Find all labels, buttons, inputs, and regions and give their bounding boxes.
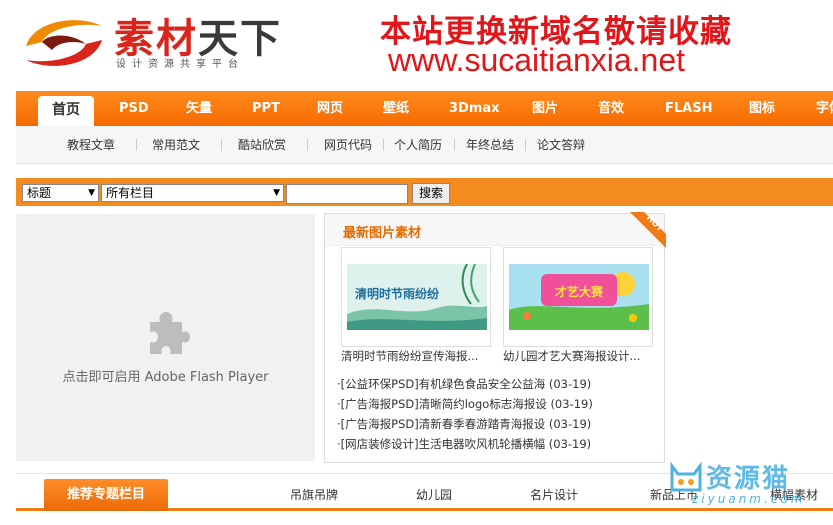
sub-nav: 教程文章 常用范文 酷站欣赏 网页代码 个人简历 年终总结 论文答辩 (16, 126, 833, 164)
nav-item-fonts[interactable]: 字体 (816, 91, 833, 126)
nav-item-icons[interactable]: 图标 (749, 91, 775, 126)
talent-contest-art-text: 才艺大赛 (555, 284, 604, 299)
subnav-divider (525, 139, 526, 151)
latest-images-list: ·[公益环保PSD]有机绿色食品安全公益海 (03-19) ·[广告海报PSD]… (337, 374, 593, 454)
qingming-art-text: 清明时节雨纷纷 (355, 286, 439, 301)
thumb-caption[interactable]: 幼儿园才艺大赛海报设计... (503, 348, 653, 364)
search-input[interactable] (286, 184, 408, 204)
thumb-caption[interactable]: 清明时节雨纷纷宣传海报... (341, 348, 491, 364)
puzzle-plugin-icon (150, 312, 190, 354)
latest-images-header: 最新图片素材 (325, 214, 664, 246)
list-item[interactable]: ·[广告海报PSD]清新春季春游踏青海报设 (03-19) (337, 414, 593, 434)
subnav-item-thesis[interactable]: 论文答辩 (537, 126, 585, 164)
watermark: 资源猫 ziyuanm.com (668, 456, 828, 516)
topic-link[interactable]: 幼儿园 (416, 486, 452, 503)
list-item[interactable]: ·[广告海报PSD]清晰简约logo标志海报设 (03-19) (337, 394, 593, 414)
banner-ad-domain[interactable]: www.sucaitianxia.net (388, 42, 685, 79)
nav-item-ppt[interactable]: PPT (252, 91, 280, 126)
topic-link[interactable]: 吊旗吊牌 (290, 486, 338, 503)
right-empty-area (672, 214, 833, 461)
latest-images-title: 最新图片素材 (343, 226, 422, 241)
tab-recommended-topics[interactable]: 推荐专题栏目 (44, 479, 168, 511)
search-field-select-value: 标题 (27, 186, 52, 200)
cat-logo-icon (670, 461, 702, 492)
thumb-qingming[interactable]: 清明时节雨纷纷 (341, 247, 491, 347)
topic-link[interactable]: 名片设计 (530, 486, 578, 503)
list-item[interactable]: ·[网店装修设计]生活电器吹风机轮播横幅 (03-19) (337, 434, 593, 454)
flash-enable-text[interactable]: 点击即可启用 Adobe Flash Player (16, 366, 315, 385)
logo-subtitle: 设计资源共享平台 (116, 59, 244, 70)
watermark-text: 资源猫 (706, 464, 791, 494)
nav-item-flash[interactable]: FLASH (665, 91, 712, 126)
dropdown-arrow-icon: ▼ (273, 188, 280, 198)
logo-swirl-icon[interactable] (18, 12, 110, 74)
flash-placeholder[interactable]: 点击即可启用 Adobe Flash Player (16, 214, 315, 461)
search-field-select[interactable]: 标题 ▼ (22, 184, 99, 202)
subnav-item-tutorials[interactable]: 教程文章 (67, 126, 115, 164)
subnav-item-web-code[interactable]: 网页代码 (324, 126, 372, 164)
nav-item-3dmax[interactable]: 3Dmax (449, 91, 500, 126)
subnav-item-year-summary[interactable]: 年终总结 (466, 126, 514, 164)
dropdown-arrow-icon: ▼ (88, 188, 95, 198)
site-header: 素材天下 设计资源共享平台 本站更换新域名敬请收藏 www.sucaitianx… (0, 0, 833, 90)
thumb-talent-contest[interactable]: 才艺大赛 (503, 247, 653, 347)
nav-item-psd[interactable]: PSD (119, 91, 149, 126)
nav-item-home[interactable]: 首页 (38, 96, 94, 126)
subnav-divider (383, 139, 384, 151)
subnav-item-templates[interactable]: 常用范文 (152, 126, 200, 164)
subnav-divider (136, 139, 137, 151)
nav-item-web[interactable]: 网页 (317, 91, 343, 126)
subnav-item-cool-sites[interactable]: 酷站欣赏 (238, 126, 286, 164)
list-item[interactable]: ·[公益环保PSD]有机绿色食品安全公益海 (03-19) (337, 374, 593, 394)
subnav-item-resume[interactable]: 个人简历 (394, 126, 442, 164)
search-category-select[interactable]: 所有栏目 ▼ (101, 184, 284, 202)
search-category-select-value: 所有栏目 (106, 186, 155, 200)
nav-item-sound[interactable]: 音效 (598, 91, 624, 126)
watermark-domain: ziyuanm.com (692, 492, 806, 506)
subnav-divider (307, 139, 308, 151)
search-bar: 标题 ▼ 所有栏目 ▼ 搜索 (16, 178, 833, 206)
nav-item-images[interactable]: 图片 (532, 91, 558, 126)
search-button[interactable]: 搜索 (412, 183, 450, 204)
hot-badge-icon: HOT (630, 212, 666, 248)
subnav-divider (454, 139, 455, 151)
subnav-divider (221, 139, 222, 151)
talent-contest-poster-image: 才艺大赛 (509, 264, 649, 330)
nav-item-vector[interactable]: 矢量 (186, 91, 212, 126)
latest-images-panel: 最新图片素材 HOT 清明时节雨纷纷 才艺大赛 清明时节雨纷纷宣传海报... 幼… (324, 212, 666, 463)
qingming-poster-image: 清明时节雨纷纷 (347, 264, 487, 330)
nav-item-wallpaper[interactable]: 壁纸 (383, 91, 409, 126)
main-nav: 首页 PSD 矢量 PPT 网页 壁纸 3Dmax 图片 音效 FLASH 图标… (16, 91, 833, 126)
